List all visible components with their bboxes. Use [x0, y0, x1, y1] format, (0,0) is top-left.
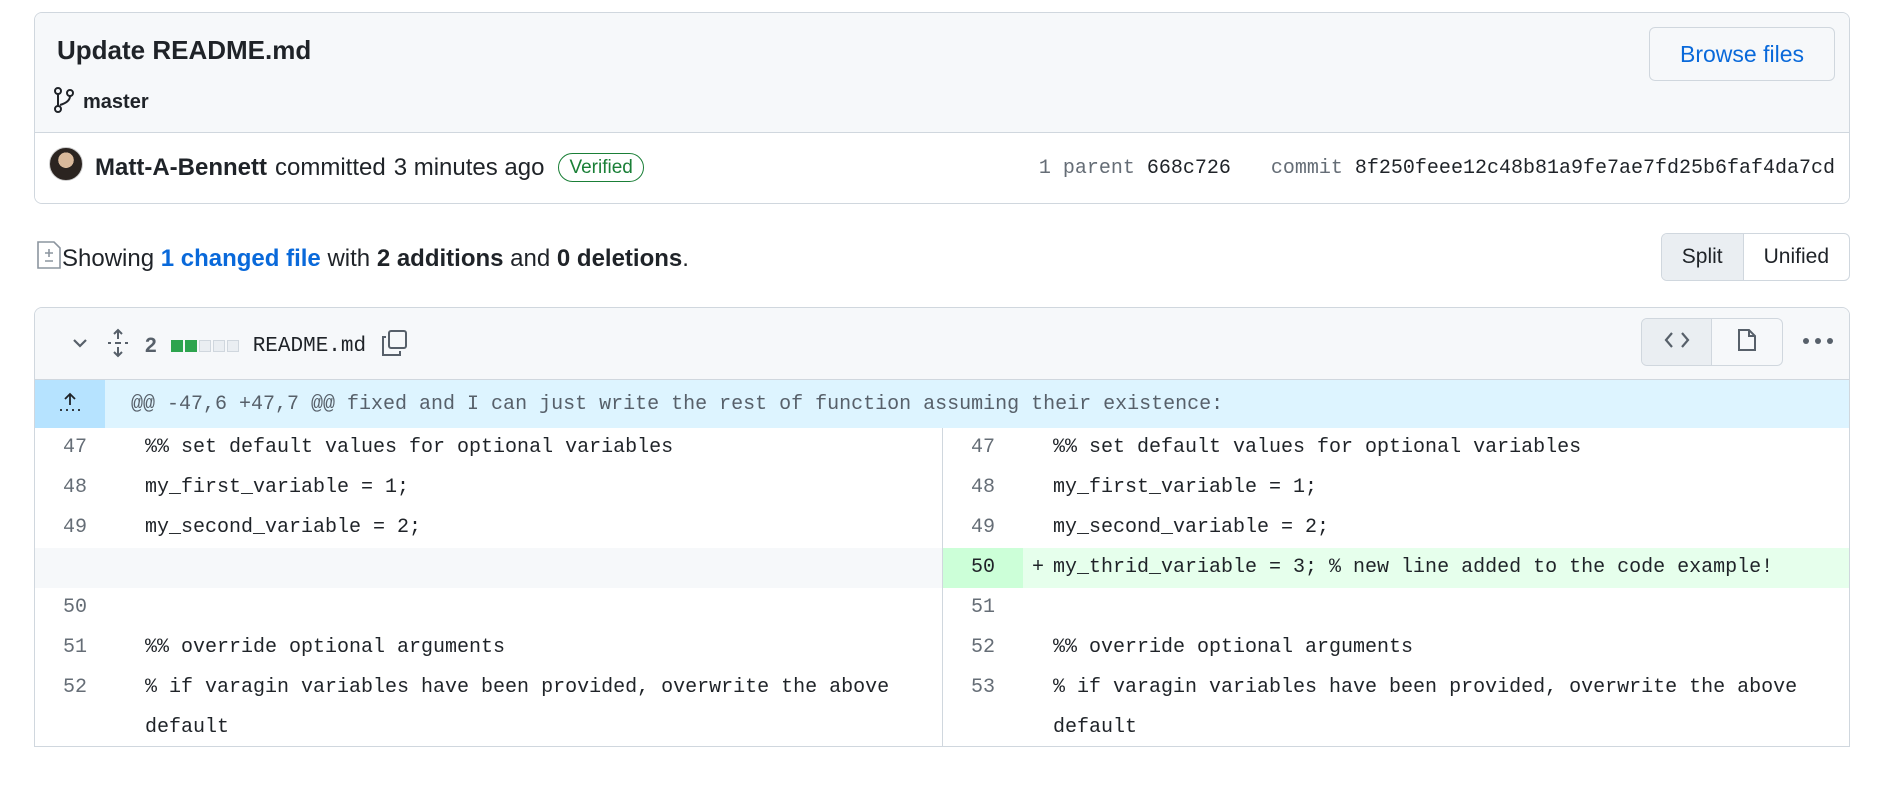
- line-number[interactable]: 50: [35, 588, 115, 628]
- changed-files-link[interactable]: 1 changed file: [161, 245, 321, 273]
- diff-sign: [1023, 628, 1053, 668]
- diff-sign: [1023, 428, 1053, 468]
- line-number[interactable]: 51: [943, 588, 1023, 628]
- file-diff: 2 README.md @@ -47,6 +47,7 @@ fixed and …: [34, 307, 1850, 747]
- commit-title: Update README.md: [57, 35, 312, 65]
- unified-view-button[interactable]: Unified: [1744, 234, 1849, 280]
- author-line: Matt-A-Bennett committed 3 minutes ago V…: [95, 153, 644, 182]
- code-icon: [1664, 330, 1690, 355]
- branch-info: master: [53, 87, 149, 118]
- summary-period: .: [682, 244, 689, 272]
- diffstat-block: [212, 340, 225, 352]
- left-diff-cell: 52 % if varagin variables have been provi…: [35, 668, 942, 746]
- code-line: % if varagin variables have been provide…: [145, 676, 902, 739]
- commit-meta: 1 parent 668c726 commit 8f250feee12c48b8…: [1039, 157, 1835, 180]
- code-line: % if varagin variables have been provide…: [1053, 676, 1810, 739]
- commit-meta-bar: Matt-A-Bennett committed 3 minutes ago V…: [35, 133, 1849, 203]
- file-header-right: [1641, 318, 1835, 366]
- summary-and: and: [510, 244, 551, 272]
- diff-sign: [115, 428, 145, 468]
- diff-sign: [1023, 468, 1053, 508]
- commit-label: commit: [1270, 157, 1343, 180]
- expand-up-button[interactable]: [35, 380, 105, 428]
- line-number[interactable]: 47: [943, 428, 1023, 468]
- line-number[interactable]: 52: [943, 628, 1023, 668]
- diff-sign: [115, 668, 145, 746]
- file-name[interactable]: README.md: [253, 335, 366, 358]
- diff-sign: +: [1031, 556, 1044, 579]
- fold-up-icon: [57, 391, 83, 418]
- diff-rows: 47%% set default values for optional var…: [35, 428, 1849, 746]
- diff-view-toggle: Split Unified: [1660, 233, 1850, 281]
- deletions-count: 0 deletions: [556, 244, 683, 272]
- line-number[interactable]: [35, 548, 115, 588]
- line-number[interactable]: 48: [943, 468, 1023, 508]
- git-branch-icon: [53, 87, 75, 118]
- commit-time: 3 minutes ago: [393, 153, 545, 181]
- diffstat-block: [198, 340, 211, 352]
- diff-row: 52 % if varagin variables have been provi…: [35, 668, 1849, 746]
- avatar[interactable]: [49, 147, 83, 181]
- line-number[interactable]: 52: [35, 668, 115, 746]
- file-diff-icon: [36, 240, 62, 277]
- line-number[interactable]: 51: [35, 628, 115, 668]
- commit-header: Update README.md master Browse files Mat…: [34, 12, 1850, 204]
- diff-sign: [115, 628, 145, 668]
- source-diff-button[interactable]: [1642, 319, 1712, 365]
- diffstat-block: [184, 340, 197, 352]
- diffstat-bar: [170, 340, 239, 352]
- rich-diff-button[interactable]: [1712, 319, 1782, 365]
- diff-summary: Showing 1 changed file with 2 additions …: [36, 240, 689, 277]
- browse-files-button[interactable]: Browse files: [1649, 27, 1835, 81]
- parent-sha-link[interactable]: 668c726: [1147, 157, 1231, 180]
- file-header-left: 2 README.md: [69, 328, 408, 364]
- branch-name[interactable]: master: [83, 91, 149, 114]
- diff-sign: [115, 548, 145, 588]
- chevron-down-icon[interactable]: [69, 332, 91, 360]
- commit-action: committed: [274, 153, 386, 181]
- summary-with: with: [327, 244, 371, 272]
- parent-label: 1 parent: [1038, 157, 1135, 180]
- author-name[interactable]: Matt-A-Bennett: [95, 154, 267, 182]
- line-number[interactable]: 49: [35, 508, 115, 548]
- copy-icon[interactable]: [380, 329, 408, 363]
- right-diff-cell: 53 % if varagin variables have been provi…: [942, 668, 1849, 746]
- unfold-icon[interactable]: [105, 328, 131, 364]
- file-header: 2 README.md: [35, 308, 1849, 380]
- diff-sign: [115, 588, 145, 628]
- line-number[interactable]: 47: [35, 428, 115, 468]
- commit-title-bar: Update README.md master Browse files: [35, 13, 1849, 133]
- diff-sign: [115, 508, 145, 548]
- line-number[interactable]: 48: [35, 468, 115, 508]
- parent-info: 1 parent 668c726: [1039, 157, 1231, 180]
- file-view-toggle: [1641, 318, 1783, 366]
- more-options-icon[interactable]: [1801, 333, 1835, 351]
- diff-sign: [115, 468, 145, 508]
- additions-count: 2 additions: [376, 244, 504, 272]
- file-icon: [1737, 328, 1757, 357]
- verified-badge[interactable]: Verified: [558, 153, 644, 182]
- diffstat-block: [226, 340, 239, 352]
- split-view-button[interactable]: Split: [1661, 234, 1744, 280]
- diff-sign: [1023, 508, 1053, 548]
- commit-info: commit 8f250feee12c48b81a9fe7ae7fd25b6fa…: [1271, 157, 1835, 180]
- commit-sha: 8f250feee12c48b81a9fe7ae7fd25b6faf4da7cd: [1354, 157, 1835, 180]
- line-number[interactable]: 49: [943, 508, 1023, 548]
- line-number[interactable]: 50: [943, 548, 1023, 588]
- diff-count: 2: [145, 334, 157, 357]
- line-number[interactable]: 53: [943, 668, 1023, 746]
- diff-sign: [1023, 668, 1053, 746]
- summary-showing: Showing: [62, 244, 155, 272]
- diff-sign: [1023, 588, 1053, 628]
- diffstat-block: [170, 340, 183, 352]
